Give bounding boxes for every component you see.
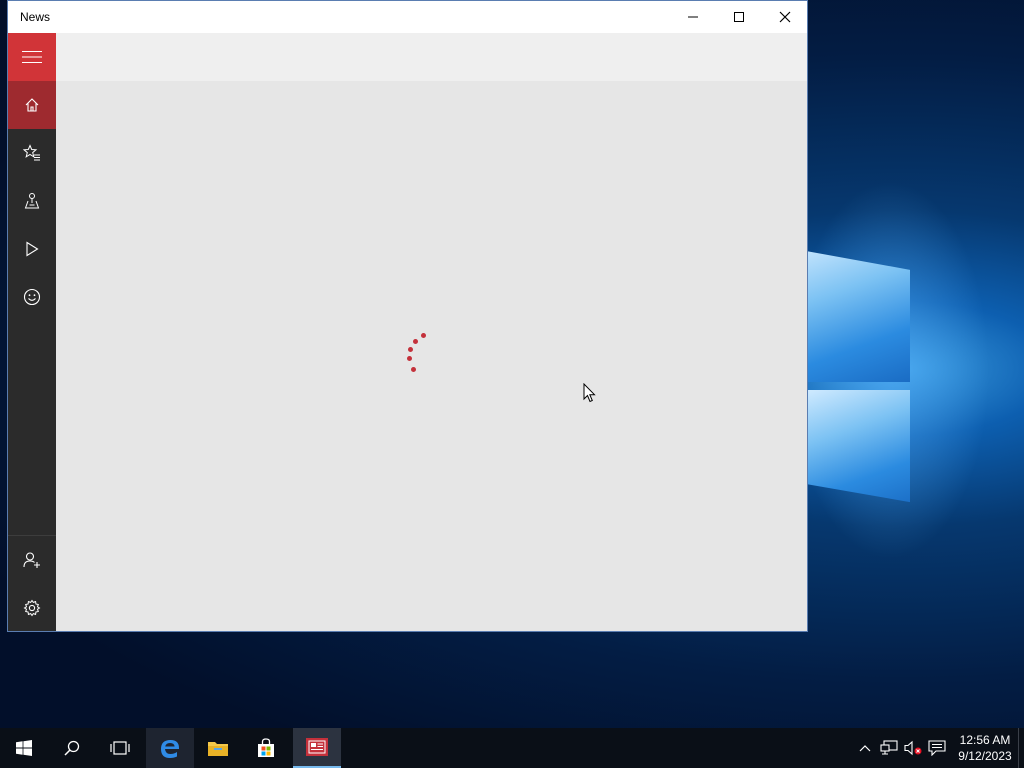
settings-icon [23, 599, 41, 617]
nav-add-account-button[interactable] [8, 536, 56, 584]
clock-date: 9/12/2023 [958, 749, 1012, 763]
action-center-button[interactable] [926, 728, 948, 768]
taskbar-news-button[interactable] [293, 728, 341, 768]
network-tray-button[interactable] [878, 728, 900, 768]
home-icon [25, 98, 39, 112]
spinner-dot [411, 367, 416, 372]
wallpaper-logo-pane-bottom [808, 390, 910, 503]
window-title: News [20, 10, 51, 24]
smiley-icon [23, 288, 41, 306]
volume-muted-icon [904, 740, 922, 756]
store-icon [258, 738, 274, 757]
navigation-pane [8, 33, 56, 631]
start-icon [16, 740, 32, 756]
hamburger-icon [22, 51, 42, 63]
title-bar[interactable]: News [8, 1, 807, 33]
spinner-dot [421, 333, 426, 338]
local-icon [24, 193, 40, 209]
chevron-up-icon [859, 745, 871, 752]
nav-home-button[interactable] [8, 81, 56, 129]
search-icon [64, 740, 80, 756]
favorites-icon [23, 144, 40, 161]
search-button[interactable] [48, 728, 96, 768]
wallpaper-logo-pane-top [808, 251, 910, 382]
taskbar: 12:56 AM 9/12/2023 [0, 728, 1024, 768]
taskbar-file-explorer-button[interactable] [194, 728, 242, 768]
network-icon [880, 740, 898, 755]
task-view-icon [110, 741, 130, 755]
maximize-icon [734, 12, 744, 22]
add-account-icon [23, 552, 40, 568]
content-header [56, 33, 807, 81]
show-hidden-icons-button[interactable] [856, 728, 874, 768]
nav-fun-button[interactable] [8, 273, 56, 321]
news-icon [306, 738, 328, 756]
taskbar-clock[interactable]: 12:56 AM 9/12/2023 [950, 732, 1020, 764]
spinner-dot [413, 339, 418, 344]
task-view-button[interactable] [96, 728, 144, 768]
clock-time: 12:56 AM [959, 733, 1011, 747]
nav-video-button[interactable] [8, 225, 56, 273]
spinner-dot [408, 347, 413, 352]
maximize-button[interactable] [716, 1, 762, 33]
close-icon [779, 11, 791, 23]
mouse-cursor-icon [583, 383, 596, 403]
edge-icon [161, 740, 179, 758]
file-explorer-icon [208, 742, 228, 756]
close-button[interactable] [762, 1, 808, 33]
show-desktop-button[interactable] [1018, 728, 1024, 768]
taskbar-edge-button[interactable] [146, 728, 194, 768]
hamburger-menu-button[interactable] [8, 33, 56, 81]
minimize-icon [688, 16, 698, 18]
nav-settings-button[interactable] [8, 584, 56, 632]
start-button[interactable] [0, 728, 48, 768]
spinner-dot [407, 356, 412, 361]
news-window: News [7, 0, 808, 632]
nav-local-button[interactable] [8, 177, 56, 225]
notifications-icon [928, 740, 946, 756]
volume-tray-button[interactable] [902, 728, 924, 768]
nav-interests-button[interactable] [8, 129, 56, 177]
taskbar-store-button[interactable] [242, 728, 290, 768]
content-area [56, 33, 807, 631]
video-icon [26, 241, 39, 257]
minimize-button[interactable] [670, 1, 716, 33]
